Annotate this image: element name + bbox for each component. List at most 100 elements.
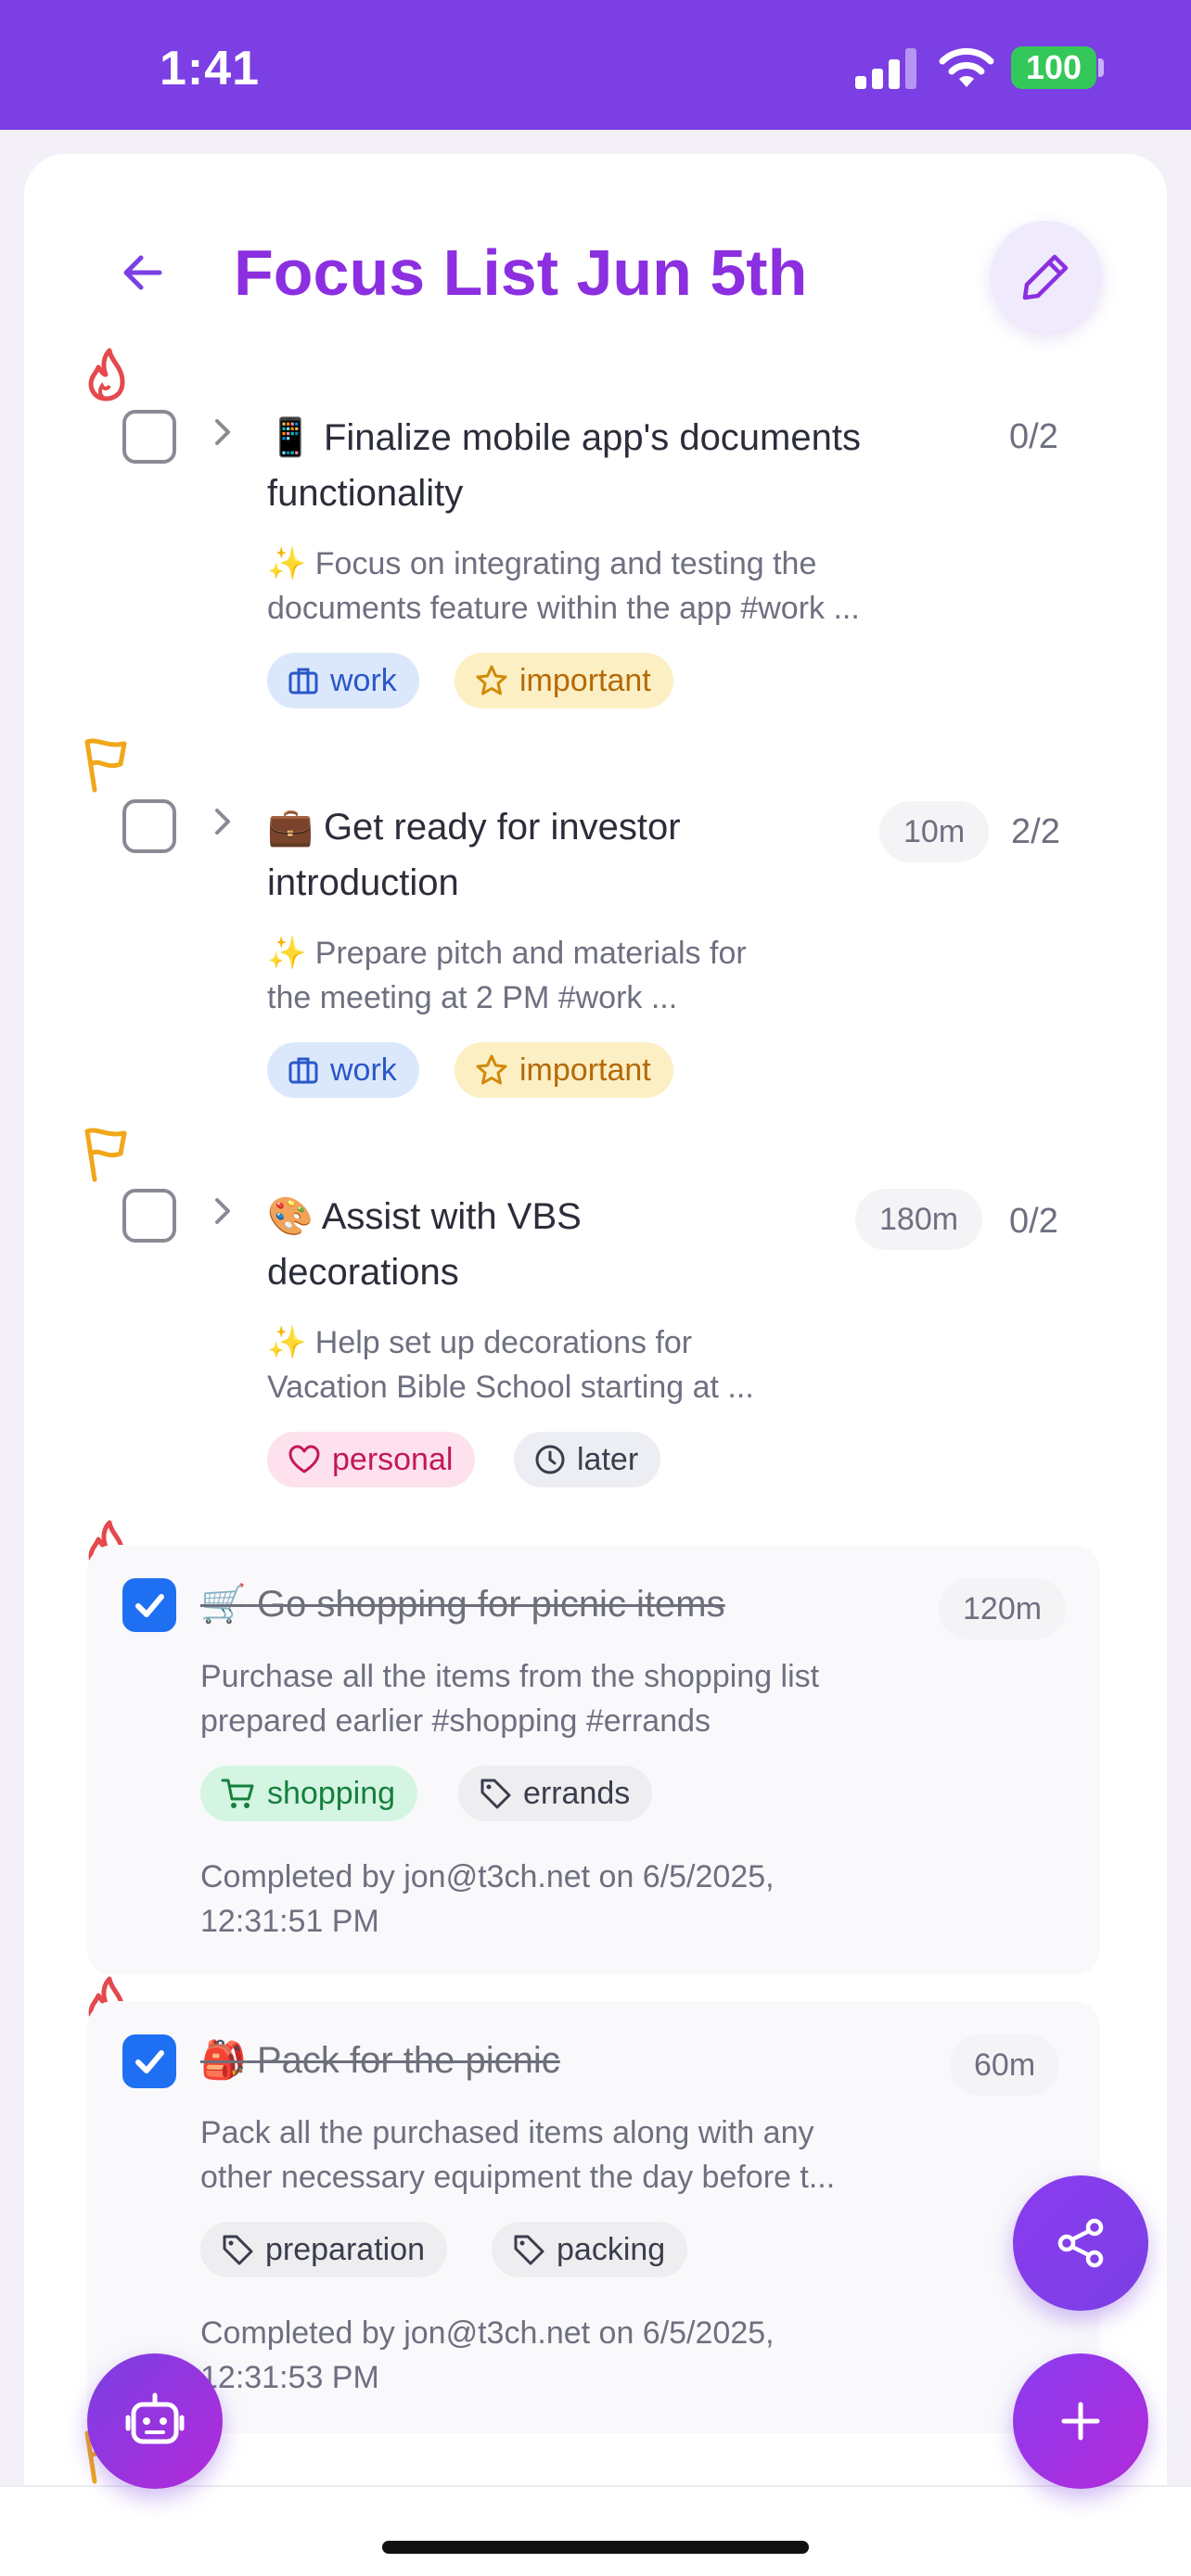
briefcase-icon bbox=[288, 668, 318, 695]
task-checkbox[interactable] bbox=[122, 1189, 176, 1243]
task-description: ✨ Focus on integrating and testing the d… bbox=[267, 542, 991, 631]
header: Focus List Jun 5th bbox=[24, 154, 1167, 339]
duration-badge: 60m bbox=[950, 2034, 1060, 2096]
tag-label: errands bbox=[523, 1776, 631, 1811]
task-title[interactable]: 📱 Finalize mobile app's documents functi… bbox=[267, 410, 972, 521]
heart-icon bbox=[288, 1445, 320, 1473]
subtask-count: 0/2 bbox=[1009, 1202, 1058, 1241]
chevron-right-icon[interactable] bbox=[204, 1192, 241, 1230]
home-indicator[interactable] bbox=[382, 2541, 809, 2554]
task-title-line1: Assist with VBS bbox=[321, 1196, 582, 1237]
tag-label: important bbox=[519, 663, 651, 698]
task-description-line1: ✨ Prepare pitch and materials for bbox=[267, 936, 747, 971]
task-emoji: 📱 bbox=[267, 417, 314, 458]
duration-badge: 120m bbox=[939, 1578, 1067, 1639]
share-icon bbox=[1057, 2218, 1104, 2268]
task-description-line2: documents feature within the app #work .… bbox=[267, 591, 860, 626]
plus-icon bbox=[1061, 2402, 1100, 2441]
battery-tip bbox=[1098, 58, 1104, 77]
flame-icon bbox=[88, 348, 125, 402]
briefcase-icon bbox=[288, 1057, 318, 1084]
star-icon bbox=[476, 665, 507, 695]
task-emoji: 🎒 bbox=[200, 2040, 247, 2081]
bottom-bar bbox=[0, 2485, 1191, 2576]
task-title-line2: functionality bbox=[267, 473, 464, 514]
status-time: 1:41 bbox=[160, 42, 261, 96]
task-title-text: Go shopping for picnic items bbox=[256, 1584, 725, 1625]
task-description-line1: Pack all the purchased items along with … bbox=[200, 2115, 814, 2150]
chevron-right-icon[interactable] bbox=[204, 414, 241, 451]
flag-icon bbox=[84, 738, 127, 793]
task-description-line2: prepared earlier #shopping #errands bbox=[200, 1703, 711, 1739]
completed-info: Completed by jon@t3ch.net on 6/5/2025, 1… bbox=[200, 2311, 1035, 2400]
task-description-line1: Purchase all the items from the shopping… bbox=[200, 1659, 820, 1694]
tag-work[interactable]: work bbox=[267, 653, 419, 708]
task-title-line1: Get ready for investor bbox=[323, 807, 681, 848]
task-title-text: Pack for the picnic bbox=[256, 2040, 560, 2081]
back-arrow-icon[interactable] bbox=[115, 245, 171, 300]
task-title[interactable]: 🛒 Go shopping for picnic items bbox=[200, 1576, 942, 1632]
tag-icon bbox=[480, 1779, 511, 1809]
edit-button[interactable] bbox=[991, 221, 1102, 332]
tag-label: work bbox=[330, 1052, 397, 1088]
task-emoji: 🎨 bbox=[267, 1196, 314, 1237]
task-description: Pack all the purchased items along with … bbox=[200, 2111, 1017, 2200]
tag-label: shopping bbox=[267, 1776, 396, 1811]
flag-icon bbox=[84, 1128, 127, 1182]
task-description-line1: ✨ Help set up decorations for bbox=[267, 1325, 693, 1360]
duration-badge: 10m bbox=[879, 801, 990, 862]
tag-later[interactable]: later bbox=[514, 1432, 661, 1487]
tag-label: later bbox=[577, 1442, 639, 1477]
task-description: ✨ Help set up decorations for Vacation B… bbox=[267, 1320, 991, 1409]
task-title-line2: introduction bbox=[267, 862, 459, 903]
tag-label: preparation bbox=[265, 2232, 426, 2267]
star-icon bbox=[476, 1054, 507, 1085]
task-description: Purchase all the items from the shopping… bbox=[200, 1654, 1035, 1743]
task-description-line2: the meeting at 2 PM #work ... bbox=[267, 980, 678, 1015]
share-button[interactable] bbox=[1013, 2175, 1148, 2311]
task-checkbox-checked[interactable] bbox=[122, 2034, 176, 2088]
tag-errands[interactable]: errands bbox=[458, 1766, 653, 1821]
completed-info-line1: Completed by jon@t3ch.net on 6/5/2025, bbox=[200, 1859, 775, 1894]
subtask-count: 0/2 bbox=[1009, 417, 1058, 456]
task-checkbox[interactable] bbox=[122, 799, 176, 853]
task-description-line2: Vacation Bible School starting at ... bbox=[267, 1370, 754, 1405]
tag-label: important bbox=[519, 1052, 651, 1088]
task-checkbox-checked[interactable] bbox=[122, 1578, 176, 1632]
add-task-button[interactable] bbox=[1013, 2353, 1148, 2489]
task-description-line2: other necessary equipment the day before… bbox=[200, 2160, 836, 2195]
battery-indicator: 100 bbox=[1011, 46, 1096, 89]
task-description-line1: ✨ Focus on integrating and testing the bbox=[267, 546, 817, 581]
pencil-icon bbox=[1022, 254, 1069, 300]
completed-info-line2: 12:31:51 PM bbox=[200, 1904, 379, 1939]
cellular-signal-icon bbox=[855, 48, 916, 89]
completed-info-line2: 12:31:53 PM bbox=[200, 2360, 379, 2395]
task-emoji: 🛒 bbox=[200, 1584, 247, 1625]
task-title[interactable]: 💼 Get ready for investor introduction bbox=[267, 799, 861, 911]
task-title[interactable]: 🎒 Pack for the picnic bbox=[200, 2033, 942, 2088]
task-emoji: 💼 bbox=[267, 807, 314, 848]
tag-personal[interactable]: personal bbox=[267, 1432, 476, 1487]
tag-label: work bbox=[330, 663, 397, 698]
ai-assistant-button[interactable] bbox=[87, 2353, 223, 2489]
tag-icon bbox=[514, 2235, 544, 2265]
completed-info-line1: Completed by jon@t3ch.net on 6/5/2025, bbox=[200, 2315, 775, 2351]
subtask-count: 2/2 bbox=[1011, 812, 1060, 851]
tag-packing[interactable]: packing bbox=[492, 2222, 688, 2277]
tag-shopping[interactable]: shopping bbox=[200, 1766, 418, 1821]
task-checkbox[interactable] bbox=[122, 410, 176, 464]
completed-info: Completed by jon@t3ch.net on 6/5/2025, 1… bbox=[200, 1855, 1035, 1944]
task-title-line1: Finalize mobile app's documents bbox=[323, 417, 861, 458]
duration-badge: 180m bbox=[855, 1189, 983, 1250]
tag-icon bbox=[223, 2235, 253, 2265]
tag-preparation[interactable]: preparation bbox=[200, 2222, 448, 2277]
page-title: Focus List Jun 5th bbox=[234, 236, 808, 309]
tag-label: personal bbox=[332, 1442, 454, 1477]
task-title[interactable]: 🎨 Assist with VBS decorations bbox=[267, 1189, 842, 1300]
tag-important[interactable]: important bbox=[455, 1042, 673, 1098]
cart-icon bbox=[221, 1779, 254, 1808]
tag-important[interactable]: important bbox=[455, 653, 673, 708]
checkmark-icon bbox=[135, 2050, 164, 2073]
tag-work[interactable]: work bbox=[267, 1042, 419, 1098]
chevron-right-icon[interactable] bbox=[204, 803, 241, 840]
